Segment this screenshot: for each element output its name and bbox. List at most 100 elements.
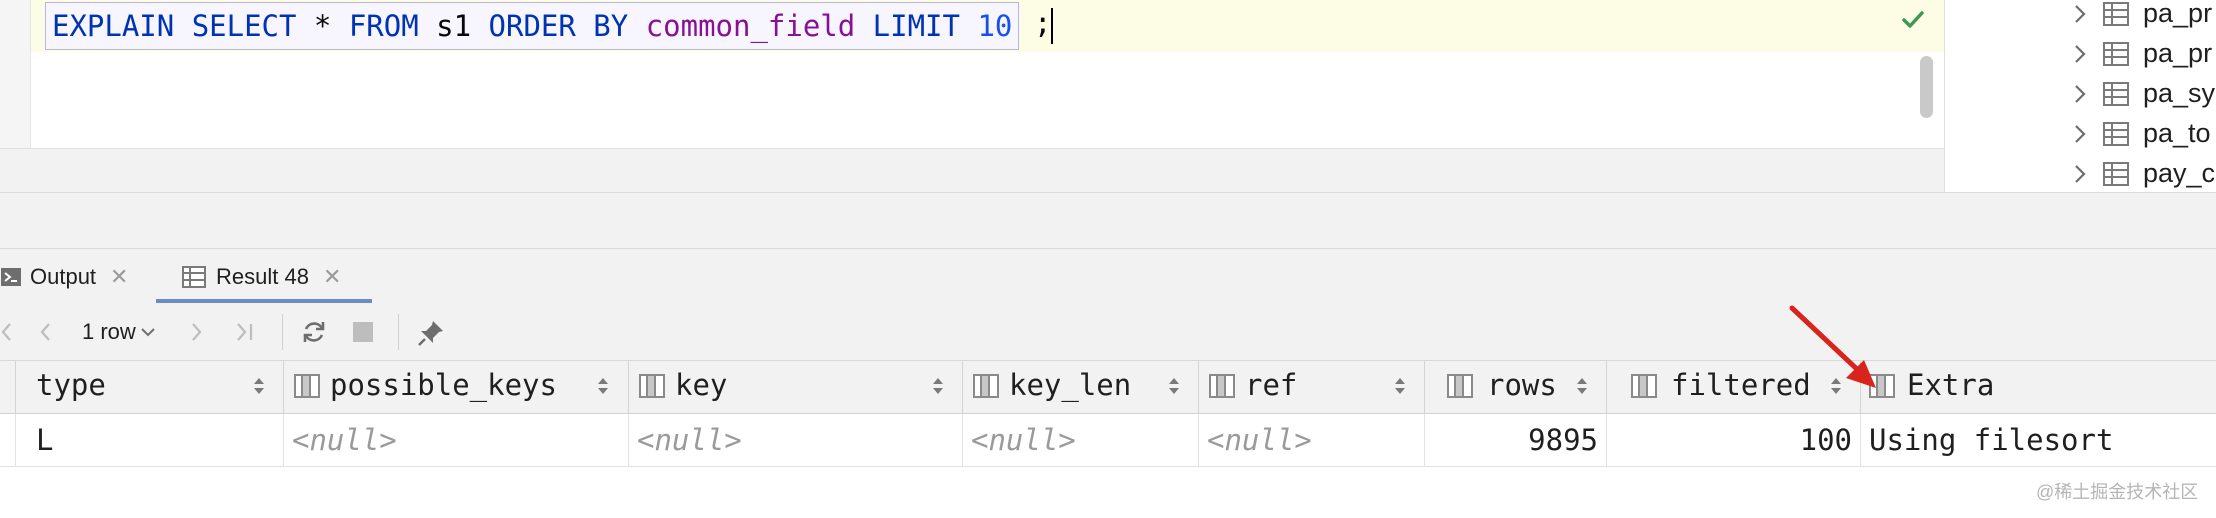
sort-icon[interactable] [596, 376, 610, 401]
table-icon [182, 265, 206, 288]
sql-token: ORDER BY [488, 9, 629, 43]
chevron-right-icon[interactable] [2073, 3, 2087, 30]
check-icon [1902, 10, 1924, 35]
tree-item-table[interactable]: pa_pr [1945, 34, 2216, 74]
pin-icon[interactable] [416, 318, 446, 353]
column-icon [973, 374, 999, 403]
chevron-right-icon[interactable] [2073, 163, 2087, 190]
cell-possible_keys[interactable]: <null> [284, 414, 629, 466]
column-icon [639, 374, 665, 403]
toolbar-separator [282, 314, 283, 350]
prev-page-icon[interactable] [38, 318, 54, 351]
column-header-label: ref [1245, 368, 1298, 402]
column-icon [1209, 374, 1235, 403]
sql-token: LIMIT [872, 9, 960, 43]
chevron-right-icon[interactable] [2073, 83, 2087, 110]
database-tree: pa_pr pa_pr pa_sy pa_to pay_c [1944, 0, 2216, 192]
stop-icon[interactable] [352, 321, 374, 348]
close-icon[interactable]: ✕ [110, 264, 128, 290]
cell-rows[interactable]: 9895 [1425, 414, 1607, 466]
column-header-key_len[interactable]: key_len [963, 361, 1199, 413]
sql-token: common_field [645, 9, 856, 43]
editor-bottom-strip [0, 148, 1944, 193]
column-header-possible_keys[interactable]: possible_keys [284, 361, 629, 413]
column-header-ref[interactable]: ref [1199, 361, 1425, 413]
last-page-icon[interactable] [234, 318, 256, 351]
column-header-extra[interactable]: Extra [1861, 361, 2216, 413]
chevron-right-icon[interactable] [2073, 123, 2087, 150]
column-header-stub [0, 361, 16, 413]
tree-item-table[interactable]: pa_sy [1945, 74, 2216, 114]
column-header-label: key_len [1009, 368, 1132, 402]
cell-key_len[interactable]: <null> [963, 414, 1199, 466]
cell-value: Using filesort [1869, 423, 2114, 457]
tab-label: Result 48 [216, 263, 309, 289]
table-icon [2103, 2, 2129, 31]
column-header-type[interactable]: type [16, 361, 284, 413]
tree-item-label: pa_sy [2143, 78, 2216, 108]
cell-value: 100 [1799, 423, 1852, 457]
chevron-right-icon[interactable] [2073, 43, 2087, 70]
watermark: @稀土掘金技术社区 [2036, 482, 2199, 502]
sql-editor[interactable]: EXPLAIN SELECT * FROM s1 ORDER BY common… [0, 0, 1944, 148]
sql-token: FROM [348, 9, 419, 43]
cell-key[interactable]: <null> [629, 414, 963, 466]
sort-icon[interactable] [1167, 376, 1181, 401]
sql-token: * [296, 9, 349, 43]
tree-item-table[interactable]: pa_pr [1945, 0, 2216, 34]
next-page-icon[interactable] [188, 318, 204, 351]
tab-label: Output [30, 263, 97, 289]
panel-divider[interactable] [0, 192, 2216, 249]
tree-item-table[interactable]: pa_to [1945, 114, 2216, 154]
row-count-label: 1 row [82, 319, 136, 344]
column-icon [1447, 374, 1473, 403]
results-tab-bar: Output ✕ Result 48 ✕ [0, 248, 2216, 305]
cell-value: <null> [292, 423, 397, 457]
sql-statement[interactable]: EXPLAIN SELECT * FROM s1 ORDER BY common… [45, 2, 1020, 50]
cell-type[interactable]: L [16, 414, 284, 466]
column-header-key[interactable]: key [629, 361, 963, 413]
table-icon [2103, 122, 2129, 151]
text-caret [1051, 8, 1053, 44]
column-header-label: rows [1487, 368, 1557, 402]
refresh-icon[interactable] [300, 318, 328, 351]
cell-value: <null> [637, 423, 742, 457]
table-icon [2103, 82, 2129, 111]
console-icon [0, 266, 22, 288]
cell-extra[interactable]: Using filesort [1861, 414, 2216, 466]
cell-value: L [36, 423, 54, 457]
sort-icon[interactable] [252, 376, 266, 401]
editor-gutter [0, 0, 31, 148]
tab-result[interactable]: Result 48 ✕ [158, 249, 370, 304]
table-row[interactable]: L <null> <null> <null> <null> 9895 100 U… [0, 414, 2216, 467]
cell-filtered[interactable]: 100 [1607, 414, 1861, 466]
sql-token: s1 [418, 9, 489, 43]
tree-item-table[interactable]: pay_c [1945, 154, 2216, 194]
tree-item-label: pay_c [2143, 158, 2216, 188]
column-header-label: Extra [1907, 368, 1995, 402]
sort-icon[interactable] [931, 376, 945, 401]
sql-semicolon: ; [1034, 6, 1052, 40]
sort-icon[interactable] [1393, 376, 1407, 401]
annotation-arrow-icon [1789, 305, 1876, 388]
first-page-icon[interactable] [0, 318, 14, 351]
toolbar-separator [398, 314, 399, 350]
sort-icon[interactable] [1575, 376, 1589, 401]
cell-ref[interactable]: <null> [1199, 414, 1425, 466]
close-icon[interactable]: ✕ [323, 264, 341, 290]
row-number-stub [0, 414, 16, 466]
column-icon [294, 374, 320, 403]
editor-scrollbar-thumb[interactable] [1920, 56, 1933, 118]
cell-value: 9895 [1528, 423, 1598, 457]
cell-value: <null> [971, 423, 1076, 457]
column-header-label: key [675, 368, 728, 402]
table-icon [2103, 162, 2129, 191]
row-count-dropdown[interactable]: 1 row [82, 319, 156, 345]
cell-value: <null> [1207, 423, 1312, 457]
column-header-rows[interactable]: rows [1425, 361, 1607, 413]
tab-output[interactable]: Output ✕ [0, 249, 128, 304]
column-header-label: type [36, 368, 106, 402]
